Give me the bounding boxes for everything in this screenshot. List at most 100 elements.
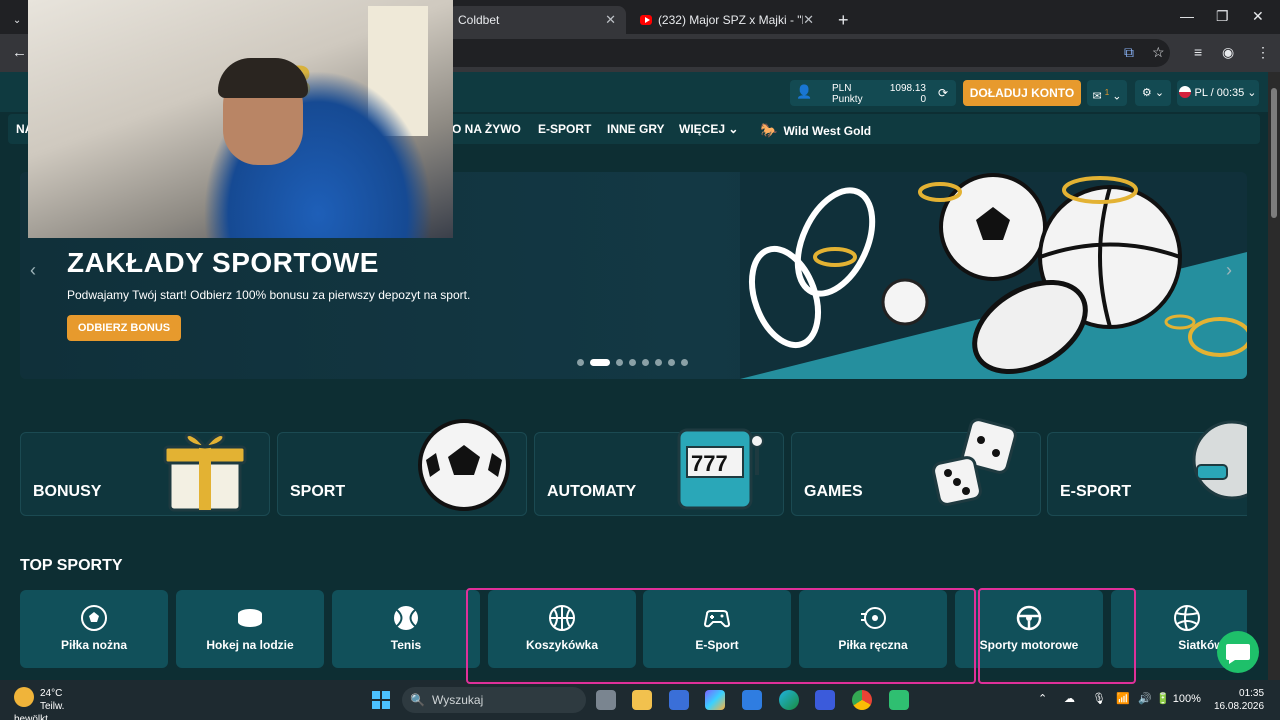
user-icon: 👤 <box>796 84 813 99</box>
settings-button[interactable]: ⚙ ⌄ <box>1135 80 1171 106</box>
carousel-dots <box>577 359 688 366</box>
scrollbar-thumb[interactable] <box>1271 88 1277 218</box>
carousel-dot[interactable] <box>642 359 649 366</box>
maximize-icon[interactable]: ❐ <box>1216 8 1229 25</box>
sport-tile-motorsport[interactable]: Sporty motorowe <box>955 590 1103 668</box>
nav-item-live[interactable]: O NA ŻYWO <box>452 122 521 136</box>
edge-icon[interactable] <box>779 690 799 710</box>
horse-icon: 🐎 <box>760 122 778 138</box>
carousel-dot[interactable] <box>668 359 675 366</box>
category-card-games[interactable]: GAMES <box>791 418 1041 516</box>
battery-indicator[interactable]: 🔋 100% <box>1156 692 1201 705</box>
close-window-icon[interactable]: ✕ <box>1252 8 1264 25</box>
menu-icon[interactable]: ⋮ <box>1256 44 1270 61</box>
category-label: GAMES <box>804 483 863 500</box>
media-icon[interactable]: ≡ <box>1194 44 1202 60</box>
dice-icon <box>932 418 1017 506</box>
discord-icon[interactable] <box>889 690 909 710</box>
store-icon[interactable] <box>669 690 689 710</box>
carousel-dot[interactable] <box>616 359 623 366</box>
back-icon[interactable]: ← <box>12 44 27 61</box>
close-icon[interactable]: ✕ <box>605 12 616 28</box>
svg-text:777: 777 <box>691 451 728 476</box>
banner-title: ZAKŁADY SPORTOWE <box>67 247 379 278</box>
editor-icon[interactable] <box>742 690 762 710</box>
gift-icon <box>163 433 247 512</box>
category-card-sport[interactable]: SPORT <box>277 419 527 516</box>
wifi-icon[interactable]: 📶 <box>1116 692 1130 705</box>
banner-next-icon[interactable]: › <box>1226 260 1232 281</box>
hockey-puck-icon <box>238 609 262 627</box>
clock-time: 01:35 <box>1239 688 1265 699</box>
category-card-esport[interactable]: E-SPORT <box>1047 420 1247 516</box>
sport-tile-football[interactable]: Piłka nożna <box>20 590 168 668</box>
microphone-icon[interactable]: 🎙 <box>1092 692 1106 705</box>
tab-search-dropdown[interactable]: ⌄ <box>6 6 28 34</box>
vpn-icon[interactable] <box>815 690 835 710</box>
category-label: AUTOMATY <box>547 483 637 500</box>
page-scrollbar[interactable] <box>1268 72 1280 680</box>
football-icon <box>418 419 510 511</box>
taskbar-clock[interactable]: 01:35 16.08.2026 <box>1214 687 1264 713</box>
sport-tile-esport[interactable]: E-Sport <box>643 590 791 668</box>
sport-tile-basketball[interactable]: Koszykówka <box>488 590 636 668</box>
nav-item-more[interactable]: WIĘCEJ ⌄ <box>679 122 738 136</box>
tab-youtube[interactable]: (232) Major SPZ x Majki - "Kalin ✕ <box>630 6 824 34</box>
minimize-icon[interactable]: — <box>1180 8 1194 24</box>
deposit-button[interactable]: DOŁADUJ KONTO <box>963 80 1081 106</box>
profile-icon[interactable]: ◉ <box>1222 44 1234 61</box>
basketball-icon <box>549 605 575 631</box>
bookmark-star-icon[interactable]: ☆ <box>1152 44 1165 61</box>
nav-item-esport[interactable]: E-SPORT <box>538 122 591 136</box>
tab-coldbet[interactable]: Coldbet ✕ <box>448 6 626 34</box>
chat-bubble-icon <box>1226 644 1250 664</box>
lang-label: PL <box>1194 87 1208 99</box>
volume-icon[interactable]: 🔊 <box>1138 692 1152 705</box>
new-tab-button[interactable]: + <box>828 6 859 34</box>
sport-tile-ice-hockey[interactable]: Hokej na lodzie <box>176 590 324 668</box>
nav-item-other-games[interactable]: INNE GRY <box>607 122 665 136</box>
sport-tile-handball[interactable]: Piłka ręczna <box>799 590 947 668</box>
sport-label: Koszykówka <box>525 638 599 652</box>
windows-taskbar: 24°C Teilw. bewölkt 🔍 Wyszukaj ⌃ ☁ 🎙 📶 🔊… <box>0 680 1280 720</box>
file-explorer-icon[interactable] <box>632 690 652 710</box>
close-icon[interactable]: ✕ <box>803 12 814 28</box>
banner-prev-icon[interactable]: ‹ <box>30 260 36 281</box>
nav-more-label: WIĘCEJ <box>679 122 726 136</box>
currency-label: PLN <box>832 83 852 94</box>
carousel-dot-active[interactable] <box>590 359 610 366</box>
sport-label: E-Sport <box>695 638 739 652</box>
refresh-icon[interactable]: ⟳ <box>938 86 948 100</box>
nav-item-promo[interactable]: 🐎 Wild West Gold <box>760 122 871 139</box>
language-button[interactable]: PL / 00:35 ⌄ <box>1177 80 1259 106</box>
category-label: E-SPORT <box>1060 483 1132 500</box>
cloud-icon[interactable]: ☁ <box>1064 692 1075 705</box>
chrome-icon[interactable] <box>852 690 872 710</box>
claim-bonus-button[interactable]: ODBIERZ BONUS <box>67 315 181 341</box>
carousel-dot[interactable] <box>655 359 662 366</box>
points-value: 0 <box>920 94 926 105</box>
carousel-dot[interactable] <box>629 359 636 366</box>
youtube-icon <box>640 15 652 25</box>
sport-label: Piłka ręczna <box>838 638 908 652</box>
gear-icon: ⚙ <box>1141 87 1152 99</box>
chat-button[interactable] <box>1217 631 1259 673</box>
category-card-slots[interactable]: 777 AUTOMATY <box>534 428 784 516</box>
tab-title: Coldbet <box>458 13 500 27</box>
sport-tile-tennis[interactable]: Tenis <box>332 590 480 668</box>
weather-widget[interactable]: 24°C Teilw. bewölkt <box>14 687 75 720</box>
copilot-icon[interactable] <box>705 690 725 710</box>
cast-icon[interactable]: ⧉ <box>1124 44 1134 61</box>
taskbar-search-input[interactable]: 🔍 Wyszukaj <box>402 687 586 713</box>
carousel-dot[interactable] <box>681 359 688 366</box>
handball-icon <box>861 607 886 629</box>
account-balance[interactable]: 👤 PLN Punkty 1098.13 0 ⟳ <box>790 80 956 106</box>
carousel-dot[interactable] <box>577 359 584 366</box>
task-view-icon[interactable] <box>596 690 616 710</box>
windows-start-icon[interactable] <box>371 690 391 710</box>
show-hidden-icons-icon[interactable]: ⌃ <box>1038 692 1047 705</box>
gamepad-icon <box>703 610 731 628</box>
mail-button[interactable]: ✉ 1 ⌄ <box>1087 80 1127 106</box>
category-card-bonuses[interactable]: BONUSY <box>20 432 270 516</box>
balance-value: 1098.13 <box>889 83 926 94</box>
